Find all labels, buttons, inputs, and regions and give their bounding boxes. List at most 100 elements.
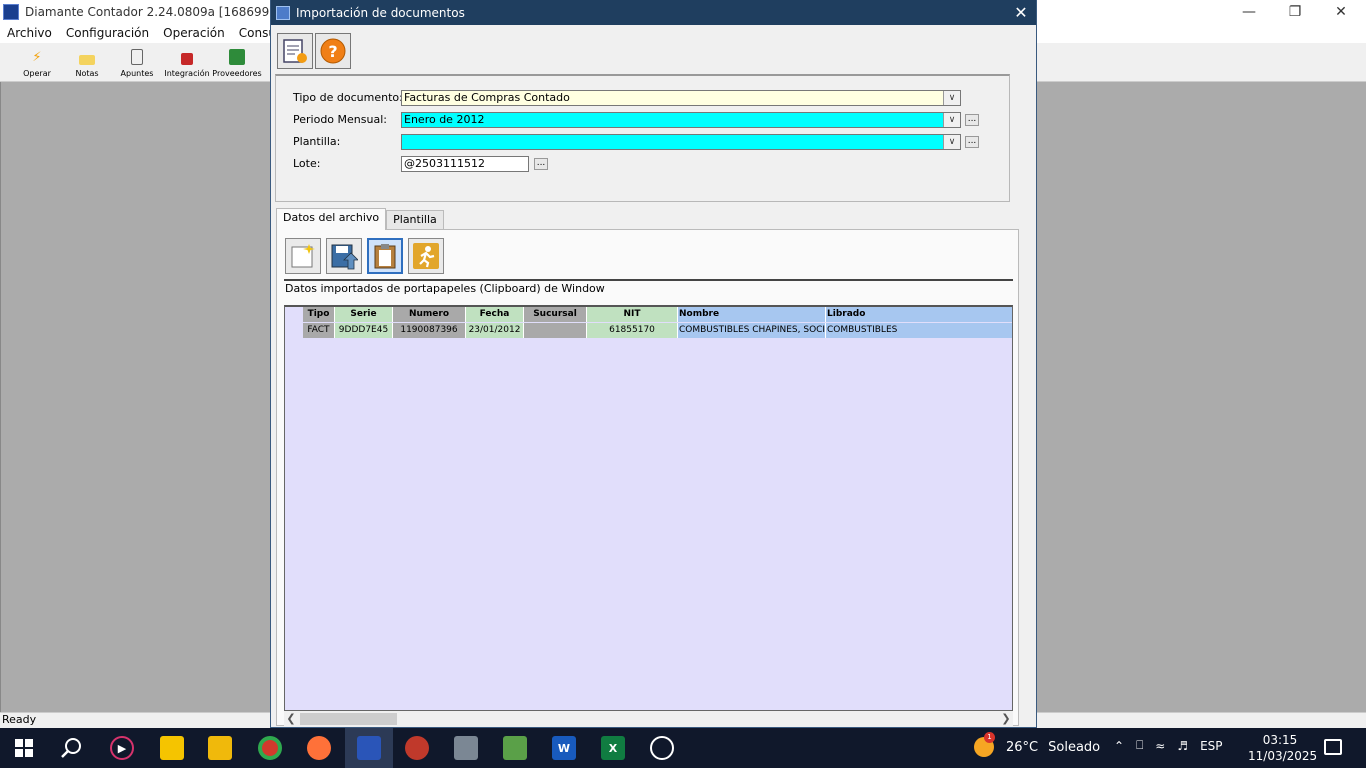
periodo-mensual-select[interactable]: Enero de 2012 ∨ (401, 112, 961, 128)
toolbar-notas-button[interactable]: Notas (62, 45, 112, 81)
integration-icon (181, 53, 193, 65)
col-librado-header[interactable]: Librado (826, 307, 1012, 322)
cell-tipo: FACT (303, 323, 335, 338)
notes-icon (79, 55, 95, 65)
toolbar-operar-button[interactable]: ⚡ Operar (12, 45, 62, 81)
maximize-icon[interactable]: ❐ (1272, 0, 1318, 23)
dialog-app-icon (276, 5, 290, 20)
scroll-left-icon[interactable]: ❮ (284, 711, 298, 726)
chevron-down-icon[interactable]: ∨ (943, 113, 960, 127)
import-form: Tipo de documento: Facturas de Compras C… (275, 74, 1010, 202)
word-icon[interactable]: W (552, 736, 576, 760)
cell-fecha: 23/01/2012 (466, 323, 524, 338)
clock-time: 03:15 (1262, 733, 1298, 747)
language-indicator[interactable]: ESP (1200, 739, 1222, 753)
help-button[interactable]: ? (315, 33, 351, 69)
provider-icon (229, 49, 245, 65)
plantilla-label: Plantilla: (293, 135, 341, 148)
menu-archivo[interactable]: Archivo (0, 26, 59, 40)
toolbar-apuntes-button[interactable]: Apuntes (112, 45, 162, 81)
firefox-icon[interactable] (307, 736, 331, 760)
media-player-icon[interactable]: ▶ (110, 736, 134, 760)
search-icon[interactable] (60, 736, 84, 760)
spreadsheet-app-icon[interactable] (503, 736, 527, 760)
help-icon: ? (320, 38, 346, 64)
periodo-browse-button[interactable]: ... (965, 114, 979, 126)
excel-icon[interactable]: X (601, 736, 625, 760)
col-sucursal-header[interactable]: Sucursal (524, 307, 587, 322)
plantilla-browse-button[interactable]: ... (965, 136, 979, 148)
table-row[interactable]: FACT 9DDD7E45 1190087396 23/01/2012 6185… (303, 323, 1012, 339)
chevron-down-icon[interactable]: ∨ (943, 135, 960, 149)
chrome-icon[interactable] (258, 736, 282, 760)
clipboard-icon (374, 244, 396, 269)
new-button[interactable] (285, 238, 321, 274)
tab-strip: Datos del archivo Plantilla (276, 208, 444, 230)
toolbar-proveedores-button[interactable]: Proveedores (212, 45, 262, 81)
dialog-title: Importación de documentos (296, 5, 465, 20)
weather-widget[interactable]: 1 26°C Soleado (974, 732, 1101, 757)
app-close-icon[interactable]: ✕ (1318, 0, 1364, 23)
tipo-documento-label: Tipo de documento: (293, 91, 403, 104)
col-serie-header[interactable]: Serie (335, 307, 393, 322)
tab-plantilla[interactable]: Plantilla (386, 210, 444, 230)
lote-browse-button[interactable]: ... (534, 158, 548, 170)
cell-numero: 1190087396 (393, 323, 466, 338)
lote-label: Lote: (293, 157, 321, 170)
lote-input[interactable]: @2503111512 (401, 156, 529, 172)
sticky-notes-icon[interactable] (160, 736, 184, 760)
scroll-right-icon[interactable]: ❯ (999, 711, 1013, 726)
import-data-grid[interactable]: Tipo Serie Numero Fecha Sucursal NIT Nom… (284, 305, 1013, 711)
col-nit-header[interactable]: NIT (587, 307, 678, 322)
windows-start-icon[interactable] (12, 736, 36, 760)
col-tipo-header[interactable]: Tipo (303, 307, 335, 322)
calculator-icon[interactable] (454, 736, 478, 760)
col-numero-header[interactable]: Numero (393, 307, 466, 322)
tab-datos-archivo[interactable]: Datos del archivo (276, 208, 387, 230)
menu-configuracion[interactable]: Configuración (59, 26, 156, 40)
dialog-close-icon[interactable]: ✕ (1006, 0, 1036, 25)
toolbar-integracion-button[interactable]: Integración (162, 45, 212, 81)
diamante-contador-icon[interactable] (357, 736, 381, 760)
menu-operacion[interactable]: Operación (156, 26, 232, 40)
grid-horizontal-scrollbar[interactable]: ❮ ❯ (284, 711, 1013, 726)
weather-temp: 26°C (1006, 739, 1039, 755)
save-upload-button[interactable] (326, 238, 362, 274)
svg-text:?: ? (328, 42, 337, 61)
cell-librado: COMBUSTIBLES (826, 323, 1012, 338)
scroll-thumb[interactable] (300, 713, 397, 725)
sun-icon: 1 (974, 732, 995, 757)
pdf-app-icon[interactable] (405, 736, 429, 760)
notifications-icon[interactable] (1324, 739, 1342, 755)
minimize-icon[interactable]: — (1226, 0, 1272, 23)
cell-nit: 61855170 (587, 323, 678, 338)
weather-text: Soleado (1048, 739, 1101, 755)
import-document-button[interactable] (277, 33, 313, 69)
volume-icon[interactable]: ♬ (1177, 739, 1188, 753)
col-nombre-header[interactable]: Nombre (678, 307, 826, 322)
chevron-down-icon[interactable]: ∨ (943, 91, 960, 105)
grid-header-row: Tipo Serie Numero Fecha Sucursal NIT Nom… (303, 307, 1012, 323)
cell-sucursal (524, 323, 587, 338)
whatsapp-icon[interactable] (650, 736, 674, 760)
tab-panel-datos: Datos importados de portapapeles (Clipbo… (276, 229, 1019, 726)
cell-serie: 9DDD7E45 (335, 323, 393, 338)
system-tray: ⌃ ⎕ ≈ ♬ ESP (1114, 738, 1235, 753)
paste-clipboard-button[interactable] (367, 238, 403, 274)
wifi-icon[interactable]: ≈ (1155, 739, 1165, 753)
document-import-icon (283, 39, 307, 63)
tipo-documento-select[interactable]: Facturas de Compras Contado ∨ (401, 90, 961, 106)
system-clock[interactable]: 03:15 11/03/2025 (1248, 732, 1317, 764)
dialog-titlebar: Importación de documentos ✕ (271, 0, 1036, 25)
ledger-icon (131, 49, 143, 65)
new-document-icon (291, 244, 315, 268)
chevron-up-icon[interactable]: ⌃ (1114, 739, 1124, 753)
file-explorer-icon[interactable] (208, 736, 232, 760)
lightning-icon: ⚡ (32, 49, 42, 65)
save-icon (331, 244, 358, 270)
run-import-button[interactable] (408, 238, 444, 274)
network-icon[interactable]: ⎕ (1136, 738, 1143, 753)
col-fecha-header[interactable]: Fecha (466, 307, 524, 322)
windows-taskbar: ▶ W X 1 26°C Soleado ⌃ ⎕ ≈ ♬ ESP 03:15 1… (0, 728, 1366, 768)
plantilla-select[interactable]: ∨ (401, 134, 961, 150)
